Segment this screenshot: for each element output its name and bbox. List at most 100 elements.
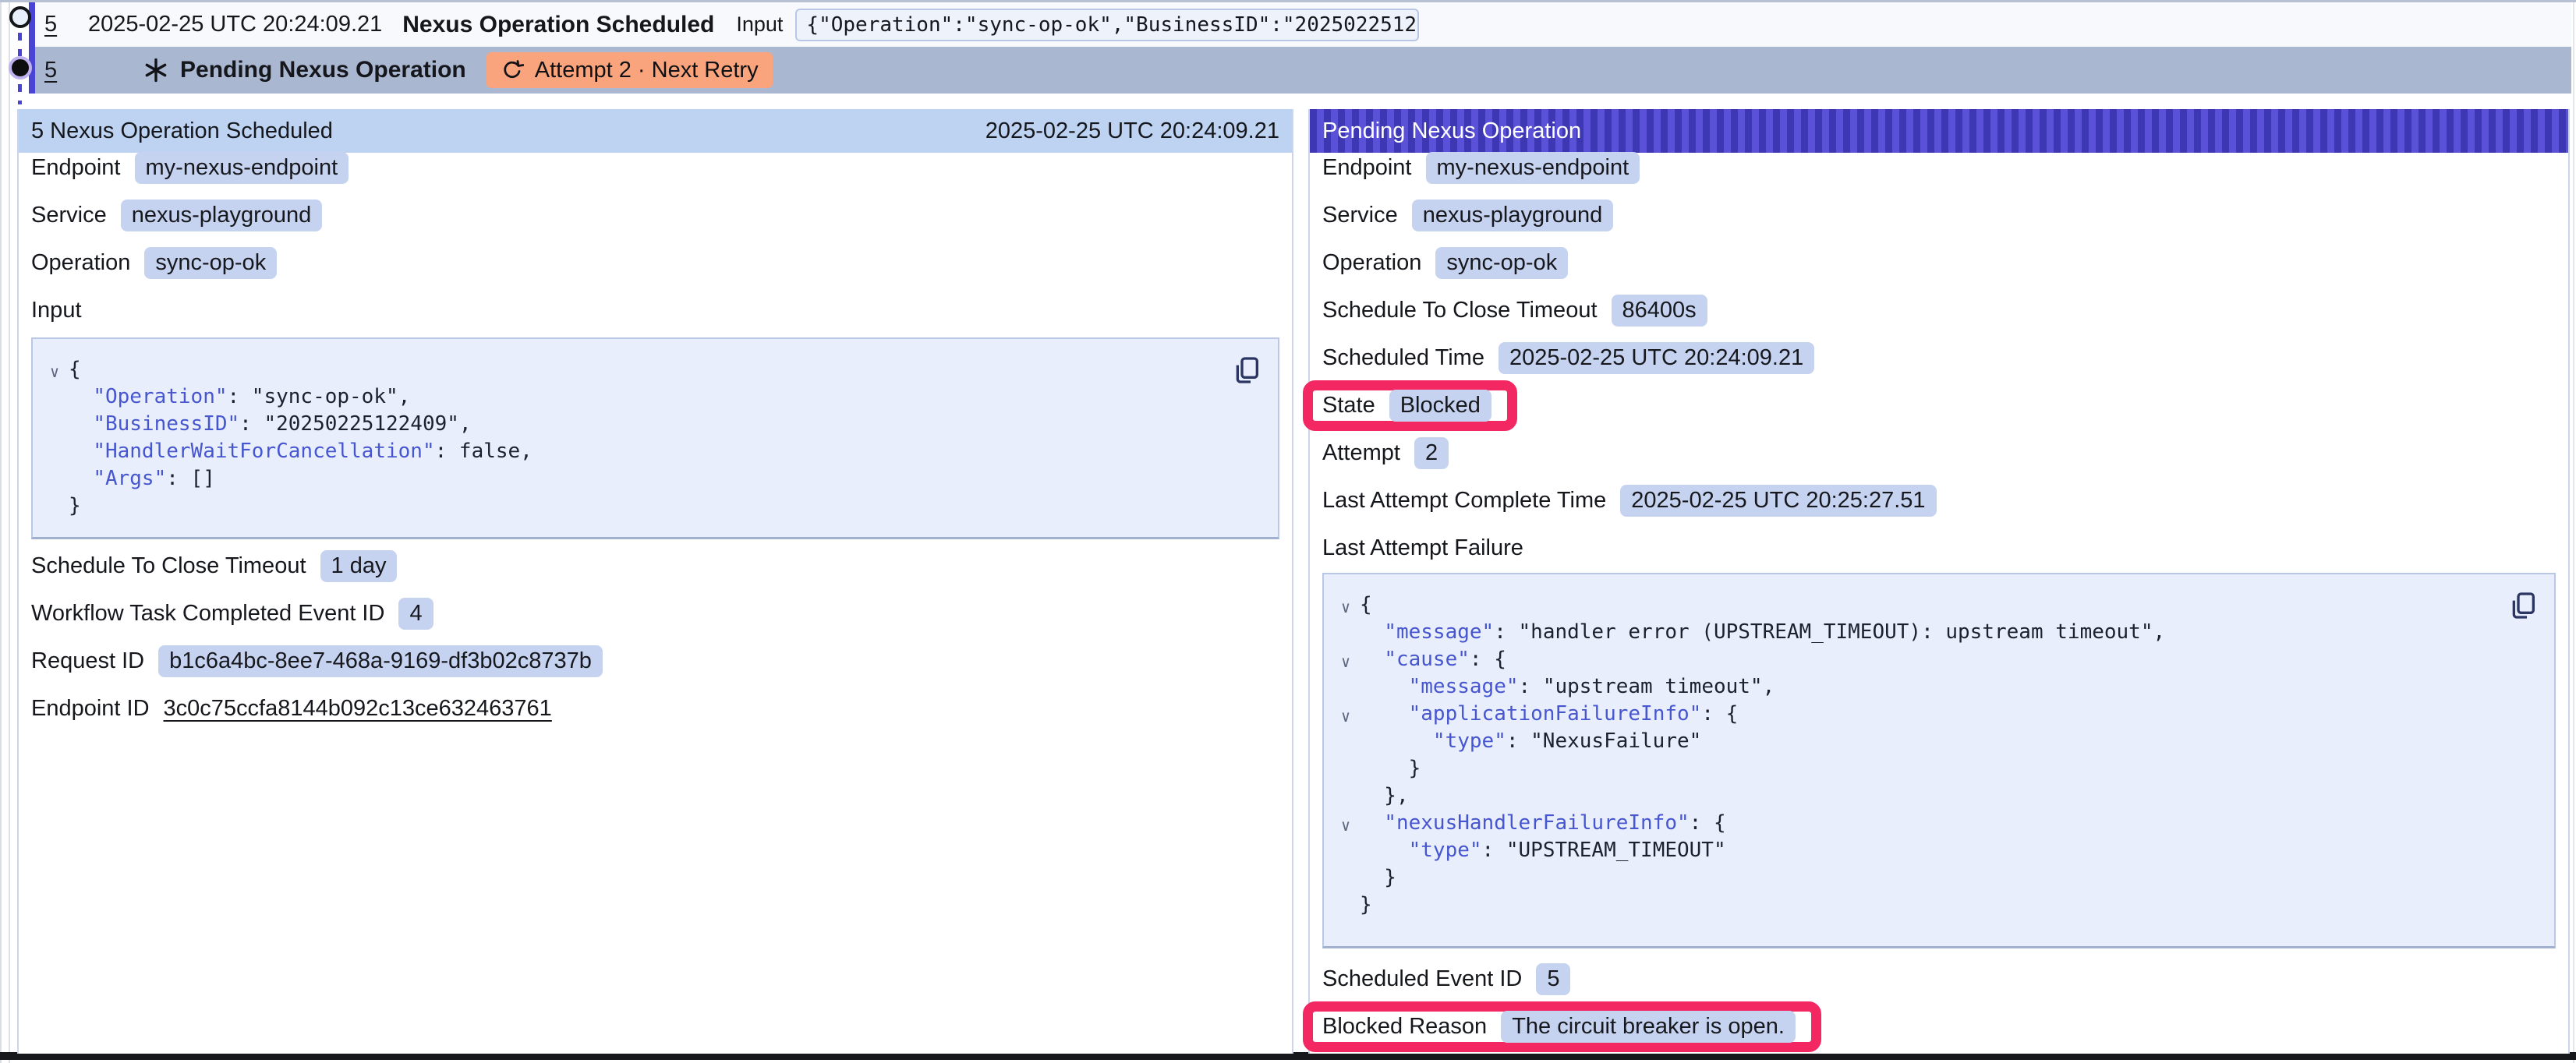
collapse-chevron-icon[interactable]: ∨	[1332, 594, 1360, 621]
field-row-schedule-to-close-timeout: Schedule To Close Timeout 86400s	[1322, 295, 2556, 326]
code-line: ∨ "nexusHandlerFailureInfo": {	[1332, 810, 2507, 837]
collapse-chevron-icon[interactable]: ∨	[1332, 703, 1360, 730]
field-value-chip: my-nexus-endpoint	[1426, 152, 1640, 184]
field-row-endpoint: Endpoint my-nexus-endpoint	[31, 153, 1279, 183]
field-value-chip: nexus-playground	[1412, 200, 1614, 231]
field-value-chip: 1 day	[320, 550, 398, 582]
field-value-chip: 2025-02-25 UTC 20:24:09.21	[1499, 342, 1814, 374]
code-line: ∨ "cause": {	[1332, 646, 2507, 673]
event-id-link[interactable]: 5	[44, 12, 68, 37]
field-value-chip: 4	[398, 598, 433, 630]
collapse-chevron-icon[interactable]	[1332, 894, 1360, 921]
field-label: Operation	[31, 250, 130, 276]
timeline-open-node	[9, 6, 31, 28]
code-line: ∨{	[1332, 592, 2507, 619]
code-line: "Operation": "sync-op-ok",	[41, 383, 1231, 411]
event-row-nexus-operation-scheduled[interactable]: 5 2025-02-25 UTC 20:24:09.21 Nexus Opera…	[35, 2, 2571, 47]
field-label: Service	[31, 203, 107, 228]
collapse-chevron-icon[interactable]	[1332, 839, 1360, 867]
collapse-chevron-icon[interactable]	[41, 440, 69, 468]
failure-json-viewer[interactable]: ∨{ "message": "handler error (UPSTREAM_T…	[1322, 573, 2556, 948]
field-label: Schedule To Close Timeout	[31, 553, 306, 579]
code-line: "type": "NexusFailure"	[1332, 728, 2507, 755]
retry-icon	[501, 58, 524, 82]
field-value-chip: 5	[1536, 963, 1570, 995]
collapse-chevron-icon[interactable]	[1332, 676, 1360, 703]
event-detail-panel: 5 Nexus Operation Scheduled 2025-02-25 U…	[17, 109, 1293, 1054]
blocked-reason-chip: The circuit breaker is open.	[1501, 1011, 1796, 1043]
field-row-operation: Operation sync-op-ok	[31, 248, 1279, 278]
collapse-chevron-icon[interactable]	[1332, 621, 1360, 648]
collapse-chevron-icon[interactable]	[1332, 758, 1360, 785]
input-json-viewer[interactable]: ∨{ "Operation": "sync-op-ok", "BusinessI…	[31, 337, 1279, 539]
endpoint-id-link[interactable]: 3c0c75ccfa8144b092c13ce632463761	[164, 696, 552, 722]
field-row-request-id: Request ID b1c6a4bc-8ee7-468a-9169-df3b0…	[31, 646, 1279, 676]
input-section-label: Input	[31, 295, 1279, 326]
collapse-chevron-icon[interactable]	[1332, 730, 1360, 758]
event-detail-timestamp: 2025-02-25 UTC 20:24:09.21	[985, 118, 1279, 144]
retry-badge-label: Attempt 2 · Next Retry	[535, 58, 759, 83]
copy-icon[interactable]	[1231, 353, 1262, 387]
field-value-chip: 2	[1414, 437, 1449, 469]
field-value-chip: sync-op-ok	[1435, 247, 1568, 279]
code-line: ∨ "applicationFailureInfo": {	[1332, 701, 2507, 728]
field-label: Endpoint ID	[31, 696, 150, 722]
code-line: "BusinessID": "20250225122409",	[41, 411, 1231, 438]
field-row-scheduled-event-id: Scheduled Event ID 5	[1322, 964, 2556, 994]
collapse-chevron-icon[interactable]	[41, 468, 69, 495]
field-label: Scheduled Event ID	[1322, 966, 1522, 992]
collapse-chevron-icon[interactable]	[1332, 867, 1360, 894]
field-label: Endpoint	[31, 155, 121, 181]
event-timestamp: 2025-02-25 UTC 20:24:09.21	[88, 12, 382, 37]
state-highlight-box: State Blocked	[1303, 380, 1517, 431]
event-row-pending-nexus-operation[interactable]: 5 Pending Nexus Operation Attempt 2 · Ne…	[35, 47, 2571, 94]
last-attempt-failure-label: Last Attempt Failure	[1322, 533, 2556, 563]
field-value-chip: nexus-playground	[121, 200, 323, 231]
event-input-label: Input	[736, 12, 783, 37]
field-value-chip: my-nexus-endpoint	[135, 152, 349, 184]
collapse-chevron-icon[interactable]: ∨	[41, 358, 69, 386]
field-row-service: Service nexus-playground	[31, 200, 1279, 231]
timeline-filled-node	[9, 56, 32, 79]
event-id-link[interactable]: 5	[44, 58, 68, 83]
code-line: ∨{	[41, 356, 1231, 383]
collapse-chevron-icon[interactable]	[41, 413, 69, 440]
collapse-chevron-icon[interactable]	[41, 495, 69, 522]
field-label: Workflow Task Completed Event ID	[31, 601, 384, 627]
code-line: "HandlerWaitForCancellation": false,	[41, 438, 1231, 465]
field-label: Schedule To Close Timeout	[1322, 298, 1598, 323]
field-row-workflow-task-completed-event-id: Workflow Task Completed Event ID 4	[31, 599, 1279, 629]
field-row-service: Service nexus-playground	[1322, 200, 2556, 231]
code-line: "Args": []	[41, 465, 1231, 493]
field-label: Service	[1322, 203, 1398, 228]
field-label: Operation	[1322, 250, 1421, 276]
field-row-endpoint: Endpoint my-nexus-endpoint	[1322, 153, 2556, 183]
field-row-operation: Operation sync-op-ok	[1322, 248, 2556, 278]
page-left-border	[0, 0, 2, 1063]
field-row-attempt: Attempt 2	[1322, 438, 2556, 468]
blocked-reason-highlight-box: Blocked Reason The circuit breaker is op…	[1303, 1001, 1821, 1052]
field-value-chip: 2025-02-25 UTC 20:25:27.51	[1620, 485, 1936, 517]
code-line: },	[1332, 782, 2507, 810]
copy-icon[interactable]	[2507, 588, 2539, 623]
collapse-chevron-icon[interactable]: ∨	[1332, 648, 1360, 676]
retry-status-badge: Attempt 2 · Next Retry	[487, 52, 773, 88]
code-line: }	[1332, 864, 2507, 892]
code-line: "message": "handler error (UPSTREAM_TIME…	[1332, 619, 2507, 646]
code-line: }	[41, 493, 1231, 520]
state-value-chip: Blocked	[1389, 390, 1491, 422]
field-label: State	[1322, 393, 1375, 418]
collapse-chevron-icon[interactable]	[41, 386, 69, 413]
field-label: Scheduled Time	[1322, 345, 1484, 371]
field-row-state: State Blocked	[1322, 390, 1491, 421]
field-row-schedule-to-close-timeout: Schedule To Close Timeout 1 day	[31, 551, 1279, 581]
field-label: Attempt	[1322, 440, 1400, 466]
collapse-chevron-icon[interactable]: ∨	[1332, 812, 1360, 839]
asterisk-icon	[143, 57, 169, 83]
field-value-chip: b1c6a4bc-8ee7-468a-9169-df3b02c8737b	[158, 645, 603, 677]
field-row-last-attempt-complete-time: Last Attempt Complete Time 2025-02-25 UT…	[1322, 486, 2556, 516]
event-input-preview-chip: {"Operation":"sync-op-ok","BusinessID":"…	[795, 9, 1419, 41]
pending-operation-header: Pending Nexus Operation	[1310, 109, 2568, 153]
event-title: Nexus Operation Scheduled	[402, 12, 714, 38]
collapse-chevron-icon[interactable]	[1332, 785, 1360, 812]
